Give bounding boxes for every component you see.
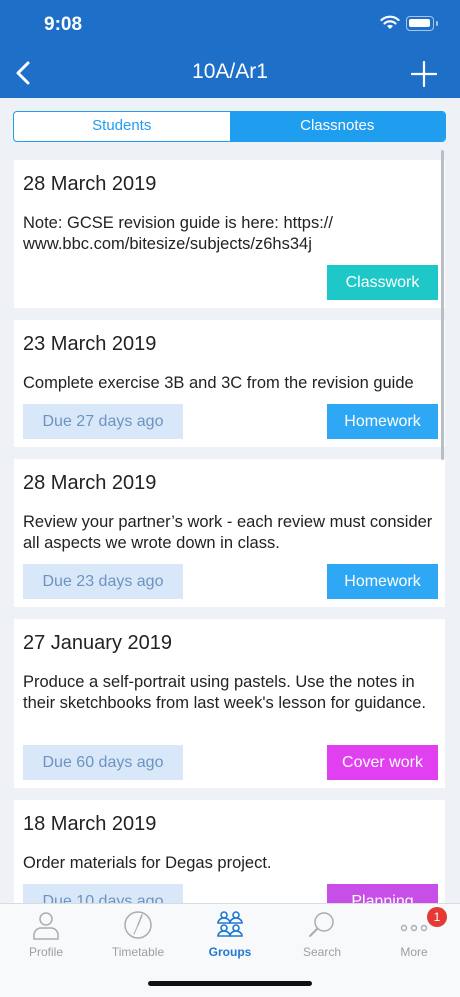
- tab-label: More: [400, 945, 428, 959]
- wifi-icon: [380, 15, 400, 29]
- note-text: Order materials for Degas project.: [23, 854, 272, 872]
- cover-work-tag[interactable]: Cover work: [327, 745, 438, 780]
- scrollbar[interactable]: [441, 150, 444, 460]
- tab-timetable[interactable]: Timetable: [92, 904, 184, 964]
- tab-label: Search: [302, 945, 342, 959]
- note-date: 27 January 2019: [23, 632, 173, 654]
- segment-classnotes[interactable]: Classnotes: [229, 112, 445, 141]
- classnotes-list[interactable]: 28 March 2019 Note: GCSE revision guide …: [0, 150, 460, 903]
- homework-tag[interactable]: Homework: [327, 564, 438, 599]
- search-icon: [309, 912, 334, 937]
- home-indicator[interactable]: [148, 981, 312, 986]
- due-badge: Due 10 days ago: [23, 884, 183, 903]
- tab-groups[interactable]: Groups: [184, 904, 276, 964]
- note-text: Produce a self-portrait using pastels. U…: [23, 673, 427, 712]
- note-date: 28 March 2019: [23, 472, 157, 494]
- note-text: Note: GCSE revision guide is here: https…: [23, 214, 333, 253]
- classnote-card[interactable]: 28 March 2019 Note: GCSE revision guide …: [14, 160, 445, 308]
- due-badge: Due 27 days ago: [23, 404, 183, 439]
- tab-more[interactable]: 1 More: [368, 904, 460, 964]
- note-date: 23 March 2019: [23, 333, 157, 355]
- tab-label: Groups: [208, 945, 252, 959]
- tab-label: Profile: [28, 945, 63, 959]
- note-text: Review your partner’s work - each review…: [23, 513, 433, 552]
- page-title: 10A/Ar1: [192, 60, 268, 83]
- status-time: 9:08: [44, 14, 83, 35]
- classnote-card[interactable]: 28 March 2019 Review your partner’s work…: [14, 459, 445, 607]
- classnote-card[interactable]: 23 March 2019 Complete exercise 3B and 3…: [14, 320, 445, 447]
- status-bar: 9:08: [0, 0, 460, 48]
- classnote-card[interactable]: 27 January 2019 Produce a self-portrait …: [14, 619, 445, 788]
- profile-icon: [33, 912, 59, 940]
- tab-label: Timetable: [111, 945, 165, 959]
- note-date: 18 March 2019: [23, 813, 157, 835]
- clock-icon: [124, 911, 152, 939]
- groups-icon: [217, 911, 243, 937]
- navigation-bar: 10A/Ar1: [0, 48, 460, 98]
- planning-tag[interactable]: Planning: [327, 884, 438, 903]
- note-text: Complete exercise 3B and 3C from the rev…: [23, 374, 414, 392]
- segment-students[interactable]: Students: [14, 112, 230, 141]
- more-icon: [400, 924, 428, 932]
- plus-icon[interactable]: [408, 58, 440, 90]
- tab-search[interactable]: Search: [276, 904, 368, 964]
- classwork-tag[interactable]: Classwork: [327, 265, 438, 300]
- segmented-control: Students Classnotes: [13, 111, 446, 142]
- due-badge: Due 23 days ago: [23, 564, 183, 599]
- note-date: 28 March 2019: [23, 173, 157, 195]
- notification-badge: 1: [427, 907, 447, 927]
- tab-profile[interactable]: Profile: [0, 904, 92, 964]
- homework-tag[interactable]: Homework: [327, 404, 438, 439]
- battery-icon: [406, 16, 438, 31]
- classnote-card[interactable]: 18 March 2019 Order materials for Degas …: [14, 800, 445, 903]
- due-badge: Due 60 days ago: [23, 745, 183, 780]
